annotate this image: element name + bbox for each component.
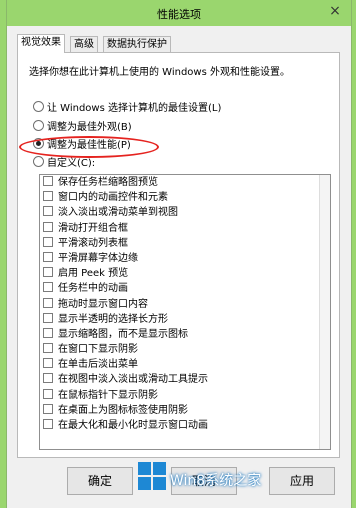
list-item-label: 平滑滚动列表框 <box>58 237 128 249</box>
list-item[interactable]: 滑动打开组合框 <box>40 221 330 236</box>
list-item[interactable]: 淡入淡出或滑动菜单到视图 <box>40 205 330 220</box>
radio-custom[interactable]: 自定义(C): <box>33 156 95 170</box>
list-item-label: 在桌面上为图标标签使用阴影 <box>58 404 188 416</box>
watermark-text: Win8系统之家 <box>170 473 262 489</box>
radio-icon <box>33 120 44 131</box>
checkbox[interactable] <box>43 176 53 186</box>
tab-advanced[interactable]: 高级 <box>70 36 98 52</box>
list-item[interactable]: 在单击后淡出菜单 <box>40 357 330 372</box>
list-item[interactable]: 在视图中淡入淡出或滑动工具提示 <box>40 372 330 387</box>
logo-pane <box>153 477 166 490</box>
checkbox[interactable] <box>43 191 53 202</box>
radio-label: 让 Windows 选择计算机的最佳设置(L) <box>47 103 222 114</box>
red-circle-annotation <box>19 136 159 158</box>
radio-best-appearance[interactable]: 调整为最佳外观(B) <box>33 120 132 134</box>
radio-label: 自定义(C): <box>47 158 96 169</box>
checkbox[interactable] <box>43 403 53 414</box>
checkbox[interactable] <box>43 343 53 354</box>
radio-label: 调整为最佳外观(B) <box>47 122 132 133</box>
checkbox[interactable] <box>43 221 53 232</box>
list-item-label: 窗口内的动画控件和元素 <box>58 192 168 204</box>
checkbox[interactable] <box>43 388 53 399</box>
checkbox[interactable] <box>43 206 53 217</box>
apply-button[interactable]: 应用 <box>269 467 335 495</box>
list-item[interactable]: 平滑屏幕字体边缘 <box>40 251 330 266</box>
list-item[interactable]: 拖动时显示窗口内容 <box>40 297 330 312</box>
list-item[interactable]: 显示缩略图，而不是显示图标 <box>40 327 330 342</box>
checkbox[interactable] <box>43 236 53 247</box>
checkbox[interactable] <box>43 419 53 429</box>
list-item[interactable]: 平滑滚动列表框 <box>40 236 330 251</box>
checkbox[interactable] <box>43 282 53 293</box>
checkbox[interactable] <box>43 297 53 308</box>
checkbox[interactable] <box>43 312 53 323</box>
windows-logo-icon <box>138 462 166 490</box>
list-item-label: 显示缩略图，而不是显示图标 <box>58 328 188 340</box>
list-item[interactable]: 启用 Peek 预览 <box>40 266 330 281</box>
logo-pane <box>138 462 151 475</box>
logo-pane <box>138 477 151 490</box>
visual-effects-panel: 选择你想在此计算机上使用的 Windows 外观和性能设置。 让 Windows… <box>17 52 340 458</box>
list-scrollbar[interactable] <box>319 175 330 449</box>
checkbox[interactable] <box>43 327 53 338</box>
radio-icon <box>33 101 44 112</box>
title-bar[interactable]: 性能选项 × <box>7 0 351 26</box>
list-item-label: 任务栏中的动画 <box>58 283 128 295</box>
tab-visual-effects[interactable]: 视觉效果 <box>17 34 65 53</box>
logo-pane <box>153 462 166 475</box>
checkbox[interactable] <box>43 251 53 262</box>
list-item-label: 拖动时显示窗口内容 <box>58 298 148 310</box>
list-item-label: 在鼠标指针下显示阴影 <box>58 389 158 401</box>
window-title: 性能选项 <box>157 8 201 21</box>
list-item-label: 在单击后淡出菜单 <box>58 359 138 371</box>
checkbox[interactable] <box>43 267 53 278</box>
list-item-label: 在最大化和最小化时显示窗口动画 <box>58 420 208 431</box>
close-button[interactable]: × <box>323 2 347 20</box>
list-item-label: 在窗口下显示阴影 <box>58 344 138 356</box>
list-item-label: 平滑屏幕字体边缘 <box>58 252 138 264</box>
radio-let-windows-choose[interactable]: 让 Windows 选择计算机的最佳设置(L) <box>33 101 221 115</box>
performance-options-window: 性能选项 × 视觉效果 高级 数据执行保护 选择你想在此计算机上使用的 Wind… <box>6 0 352 508</box>
list-item[interactable]: 在最大化和最小化时显示窗口动画 <box>40 418 330 433</box>
description-text: 选择你想在此计算机上使用的 Windows 外观和性能设置。 <box>29 67 290 78</box>
list-item-label: 保存任务栏缩略图预览 <box>58 177 158 188</box>
list-item[interactable]: 在鼠标指针下显示阴影 <box>40 388 330 403</box>
list-item-label: 滑动打开组合框 <box>58 222 128 234</box>
effects-list[interactable]: 保存任务栏缩略图预览 窗口内的动画控件和元素 淡入淡出或滑动菜单到视图 滑动打开… <box>39 174 331 450</box>
list-item[interactable]: 保存任务栏缩略图预览 <box>40 175 330 190</box>
list-item[interactable]: 在桌面上为图标标签使用阴影 <box>40 403 330 418</box>
list-item-label: 显示半透明的选择长方形 <box>58 313 168 325</box>
list-item[interactable]: 窗口内的动画控件和元素 <box>40 190 330 205</box>
checkbox[interactable] <box>43 373 53 384</box>
radio-icon <box>33 156 44 167</box>
list-item-label: 在视图中淡入淡出或滑动工具提示 <box>58 374 208 386</box>
list-item-label: 启用 Peek 预览 <box>58 268 129 280</box>
list-item[interactable]: 在窗口下显示阴影 <box>40 342 330 357</box>
checkbox[interactable] <box>43 358 53 369</box>
tab-data-execution-prevention[interactable]: 数据执行保护 <box>103 36 171 52</box>
ok-button[interactable]: 确定 <box>67 467 133 495</box>
list-item[interactable]: 显示半透明的选择长方形 <box>40 312 330 327</box>
list-item-label: 淡入淡出或滑动菜单到视图 <box>58 207 178 219</box>
list-item[interactable]: 任务栏中的动画 <box>40 281 330 296</box>
